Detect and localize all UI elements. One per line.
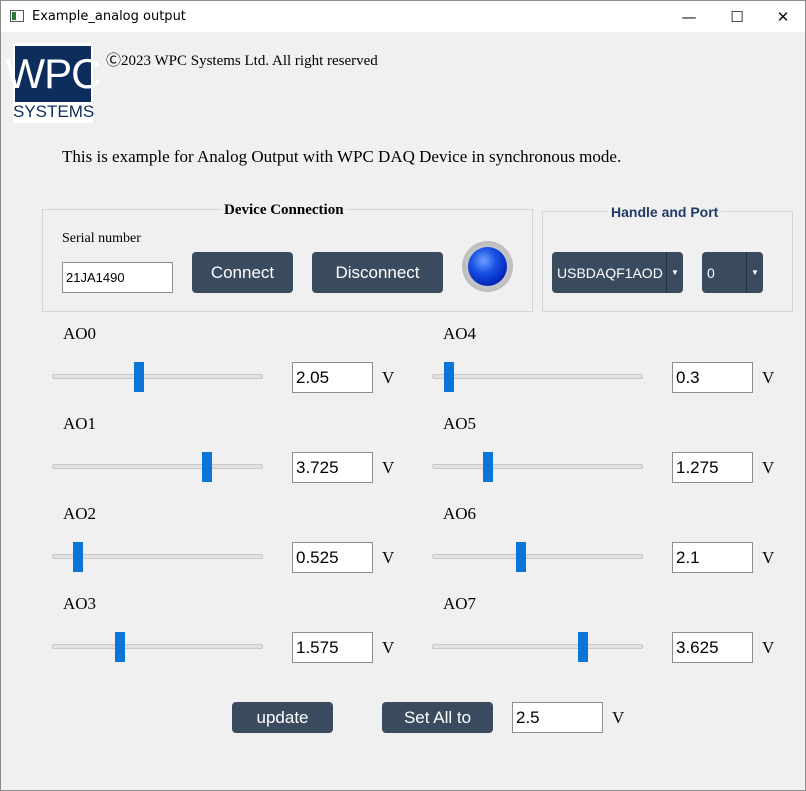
slider-track-ao6[interactable] <box>432 554 643 559</box>
set-all-button[interactable]: Set All to <box>382 702 493 733</box>
window-title: Example_analog output <box>32 9 186 24</box>
slider-handle-ao2[interactable] <box>73 542 83 572</box>
channel-label-ao6: AO6 <box>443 504 477 523</box>
port-select-value: 0 <box>707 264 715 281</box>
disconnect-button[interactable]: Disconnect <box>312 252 443 293</box>
channel-label-ao3: AO3 <box>63 594 97 613</box>
connection-status-led <box>462 241 513 292</box>
slider-handle-ao4[interactable] <box>444 362 454 392</box>
slider-track-ao5[interactable] <box>432 464 643 469</box>
connect-button[interactable]: Connect <box>192 252 293 293</box>
device-connection-title: Device Connection <box>221 202 347 219</box>
close-button[interactable]: ✕ <box>760 1 806 32</box>
update-button[interactable]: update <box>232 702 333 733</box>
channel-label-ao0: AO0 <box>63 324 97 343</box>
slider-handle-ao5[interactable] <box>483 452 493 482</box>
value-input-ao5[interactable]: 1.275 <box>672 452 753 483</box>
unit-label-ao5: V <box>762 458 775 477</box>
channel-label-ao2: AO2 <box>63 504 97 523</box>
value-input-ao0[interactable]: 2.05 <box>292 362 373 393</box>
value-input-ao3[interactable]: 1.575 <box>292 632 373 663</box>
serial-number-input[interactable]: 21JA1490 <box>62 262 173 293</box>
copyright-text: Ⓒ2023 WPC Systems Ltd. All right reserve… <box>106 53 378 69</box>
value-input-ao6[interactable]: 2.1 <box>672 542 753 573</box>
minimize-button[interactable]: — <box>666 1 712 32</box>
slider-handle-ao0[interactable] <box>134 362 144 392</box>
port-select[interactable]: 0 ▼ <box>702 252 763 293</box>
chevron-down-icon: ▼ <box>746 252 763 293</box>
logo-wpc-text: WPC <box>6 46 102 102</box>
wpc-logo: WPC SYSTEMS <box>6 43 102 123</box>
slider-track-ao7[interactable] <box>432 644 643 649</box>
chevron-down-icon: ▼ <box>666 252 683 293</box>
handle-select-value: USBDAQF1AOD <box>557 264 663 281</box>
unit-label-ao3: V <box>382 638 395 657</box>
slider-handle-ao3[interactable] <box>115 632 125 662</box>
slider-track-ao0[interactable] <box>52 374 263 379</box>
value-input-ao4[interactable]: 0.3 <box>672 362 753 393</box>
channel-label-ao5: AO5 <box>443 414 477 433</box>
maximize-button[interactable]: ☐ <box>714 1 760 32</box>
serial-number-label: Serial number <box>62 231 141 246</box>
app-icon <box>10 10 24 22</box>
slider-track-ao1[interactable] <box>52 464 263 469</box>
unit-label-ao1: V <box>382 458 395 477</box>
channel-label-ao1: AO1 <box>63 414 97 433</box>
unit-label-ao4: V <box>762 368 775 387</box>
logo-systems-text: SYSTEMS <box>13 102 95 121</box>
unit-label-ao0: V <box>382 368 395 387</box>
title-bar: Example_analog output — ☐ ✕ <box>1 1 805 32</box>
set-all-unit: V <box>612 708 625 727</box>
app-window: Example_analog output — ☐ ✕ WPC SYSTEMS … <box>0 0 806 791</box>
set-all-input[interactable]: 2.5 <box>512 702 603 733</box>
handle-port-title: Handle and Port <box>608 204 722 220</box>
handle-select[interactable]: USBDAQF1AOD ▼ <box>552 252 683 293</box>
slider-handle-ao1[interactable] <box>202 452 212 482</box>
led-light <box>468 247 507 286</box>
slider-track-ao2[interactable] <box>52 554 263 559</box>
value-input-ao2[interactable]: 0.525 <box>292 542 373 573</box>
slider-handle-ao6[interactable] <box>516 542 526 572</box>
slider-track-ao4[interactable] <box>432 374 643 379</box>
description-text: This is example for Analog Output with W… <box>62 147 622 166</box>
unit-label-ao6: V <box>762 548 775 567</box>
unit-label-ao2: V <box>382 548 395 567</box>
slider-track-ao3[interactable] <box>52 644 263 649</box>
unit-label-ao7: V <box>762 638 775 657</box>
value-input-ao1[interactable]: 3.725 <box>292 452 373 483</box>
slider-handle-ao7[interactable] <box>578 632 588 662</box>
channel-label-ao7: AO7 <box>443 594 477 613</box>
channel-label-ao4: AO4 <box>443 324 477 343</box>
value-input-ao7[interactable]: 3.625 <box>672 632 753 663</box>
